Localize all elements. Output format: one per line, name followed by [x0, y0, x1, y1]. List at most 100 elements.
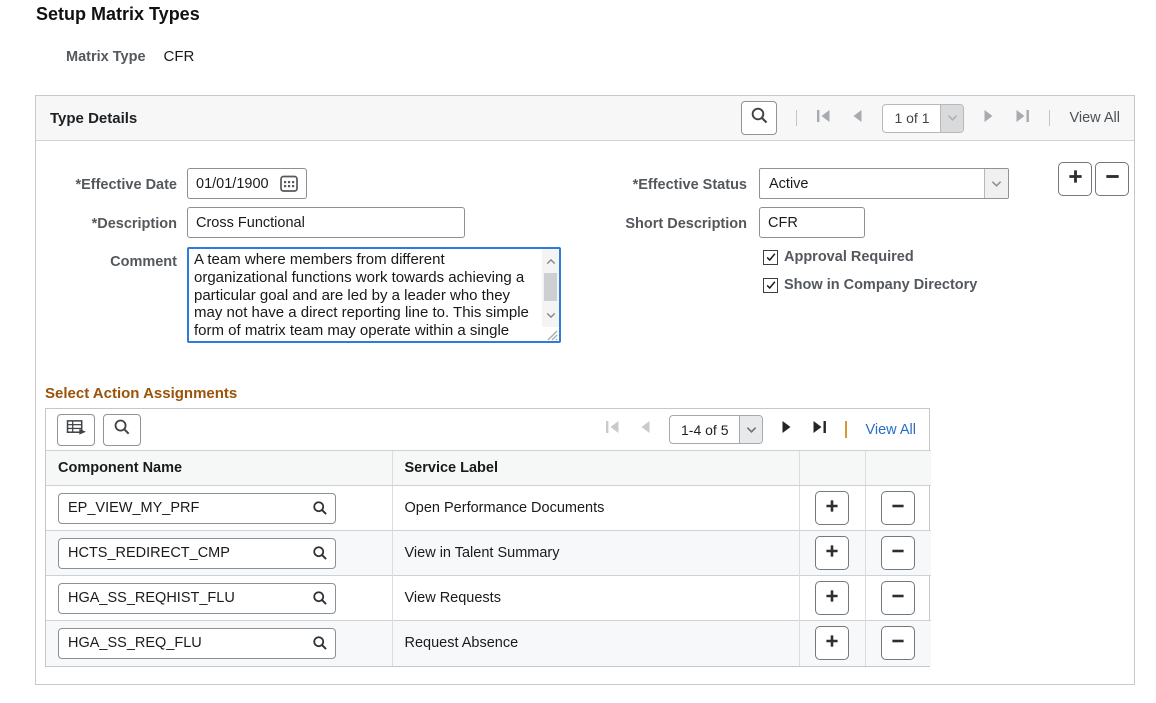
add-row-button[interactable]: [815, 491, 849, 525]
delete-row-button[interactable]: [881, 626, 915, 660]
table-row: Open Performance Documents: [46, 486, 931, 531]
prev-page-button[interactable]: [850, 109, 863, 128]
calendar-icon[interactable]: [279, 174, 299, 198]
first-page-button[interactable]: [605, 420, 620, 439]
prev-page-icon: [638, 420, 651, 439]
minus-icon: [1104, 168, 1121, 190]
plus-icon: [1067, 168, 1084, 190]
effective-status-label: *Effective Status: [566, 177, 747, 193]
component-name-field: [58, 583, 336, 614]
chevron-down-icon: [940, 105, 963, 132]
short-description-input[interactable]: [759, 207, 865, 238]
grid-personalize-button[interactable]: [57, 414, 95, 446]
page-position-value: 1-4 of 5: [670, 416, 739, 443]
table-row: View Requests: [46, 576, 931, 621]
effective-status-select[interactable]: Active: [759, 168, 1009, 199]
delete-row-button[interactable]: [881, 536, 915, 570]
first-page-icon: [816, 109, 831, 128]
last-page-button[interactable]: [812, 420, 827, 439]
page-position-select[interactable]: 1-4 of 5: [669, 415, 763, 444]
matrix-type-value: CFR: [164, 48, 195, 65]
type-details-body: *Effective Date *Description Comment A t…: [36, 141, 1134, 684]
checkbox-checked-icon[interactable]: [763, 278, 778, 293]
plus-icon: [824, 543, 840, 563]
view-all-link[interactable]: View All: [865, 422, 916, 438]
delete-row-button[interactable]: [881, 581, 915, 615]
last-page-icon: [812, 420, 827, 439]
last-page-button[interactable]: [1015, 109, 1030, 128]
resize-grip-icon[interactable]: [546, 328, 558, 340]
comment-textarea[interactable]: A team where members from different orga…: [187, 247, 561, 343]
description-label: *Description: [36, 216, 177, 232]
service-label-cell: View Requests: [392, 576, 799, 621]
minus-icon: [890, 498, 906, 518]
short-description-label: Short Description: [566, 216, 747, 232]
plus-icon: [824, 633, 840, 653]
next-page-button[interactable]: [781, 420, 794, 439]
textarea-scrollbar[interactable]: [542, 249, 559, 327]
show-in-directory-checkbox[interactable]: Show in Company Directory: [763, 277, 977, 293]
description-input[interactable]: [187, 207, 465, 238]
page-position-value: 1 of 1: [883, 105, 940, 132]
component-name-input[interactable]: [58, 628, 336, 659]
personalize-grid-icon: [66, 419, 87, 441]
component-name-field: [58, 493, 336, 524]
page-position-select[interactable]: 1 of 1: [882, 104, 964, 133]
comment-text: A team where members from different orga…: [194, 251, 539, 339]
search-icon: [113, 418, 131, 441]
prev-page-button[interactable]: [638, 420, 651, 439]
action-assignments-grid: 1-4 of 5 View All: [45, 408, 930, 667]
show-in-directory-label: Show in Company Directory: [784, 277, 977, 293]
component-name-input[interactable]: [58, 583, 336, 614]
grid-toolbar: 1-4 of 5 View All: [46, 409, 929, 450]
minus-icon: [890, 543, 906, 563]
chevron-down-icon: [984, 169, 1008, 198]
service-label-cell: Request Absence: [392, 621, 799, 666]
approval-required-checkbox[interactable]: Approval Required: [763, 249, 914, 265]
component-name-header: Component Name: [46, 451, 392, 486]
table-header-row: Component Name Service Label: [46, 451, 931, 486]
add-row-button[interactable]: [815, 536, 849, 570]
component-name-field: [58, 628, 336, 659]
lookup-icon[interactable]: [312, 590, 328, 610]
lookup-icon[interactable]: [312, 635, 328, 655]
next-page-icon: [781, 420, 794, 439]
matrix-type-label: Matrix Type: [66, 49, 146, 65]
separator: [845, 421, 847, 438]
first-page-icon: [605, 420, 620, 439]
chevron-down-icon: [739, 416, 762, 443]
scroll-down-icon[interactable]: [546, 306, 556, 324]
add-column-header: [799, 451, 865, 486]
component-name-input[interactable]: [58, 538, 336, 569]
lookup-icon[interactable]: [312, 500, 328, 520]
checkbox-checked-icon[interactable]: [763, 250, 778, 265]
component-name-input[interactable]: [58, 493, 336, 524]
scroll-thumb[interactable]: [544, 273, 557, 301]
table-row: Request Absence: [46, 621, 931, 666]
add-row-button[interactable]: [815, 626, 849, 660]
scroll-up-icon[interactable]: [546, 252, 556, 270]
view-all-link[interactable]: View All: [1069, 110, 1120, 126]
lookup-icon[interactable]: [312, 545, 328, 565]
first-page-button[interactable]: [816, 109, 831, 128]
delete-row-button[interactable]: [881, 491, 915, 525]
search-button[interactable]: [741, 101, 777, 135]
search-icon: [750, 106, 769, 130]
last-page-icon: [1015, 109, 1030, 128]
separator: [796, 110, 797, 126]
next-page-button[interactable]: [983, 109, 996, 128]
type-details-title: Type Details: [50, 110, 137, 127]
effective-date-label: *Effective Date: [36, 177, 177, 193]
add-row-button[interactable]: [1058, 162, 1092, 196]
effective-status-value: Active: [760, 169, 984, 198]
page-title: Setup Matrix Types: [36, 4, 200, 25]
grid-search-button[interactable]: [103, 414, 141, 446]
service-label-cell: Open Performance Documents: [392, 486, 799, 531]
matrix-type-field: Matrix Type CFR: [66, 48, 194, 65]
delete-row-button[interactable]: [1095, 162, 1129, 196]
delete-column-header: [865, 451, 931, 486]
add-row-button[interactable]: [815, 581, 849, 615]
service-label-cell: View in Talent Summary: [392, 531, 799, 576]
type-details-header-bar: Type Details 1 of 1: [36, 96, 1134, 141]
grid-pagination: 1-4 of 5 View All: [605, 415, 916, 444]
